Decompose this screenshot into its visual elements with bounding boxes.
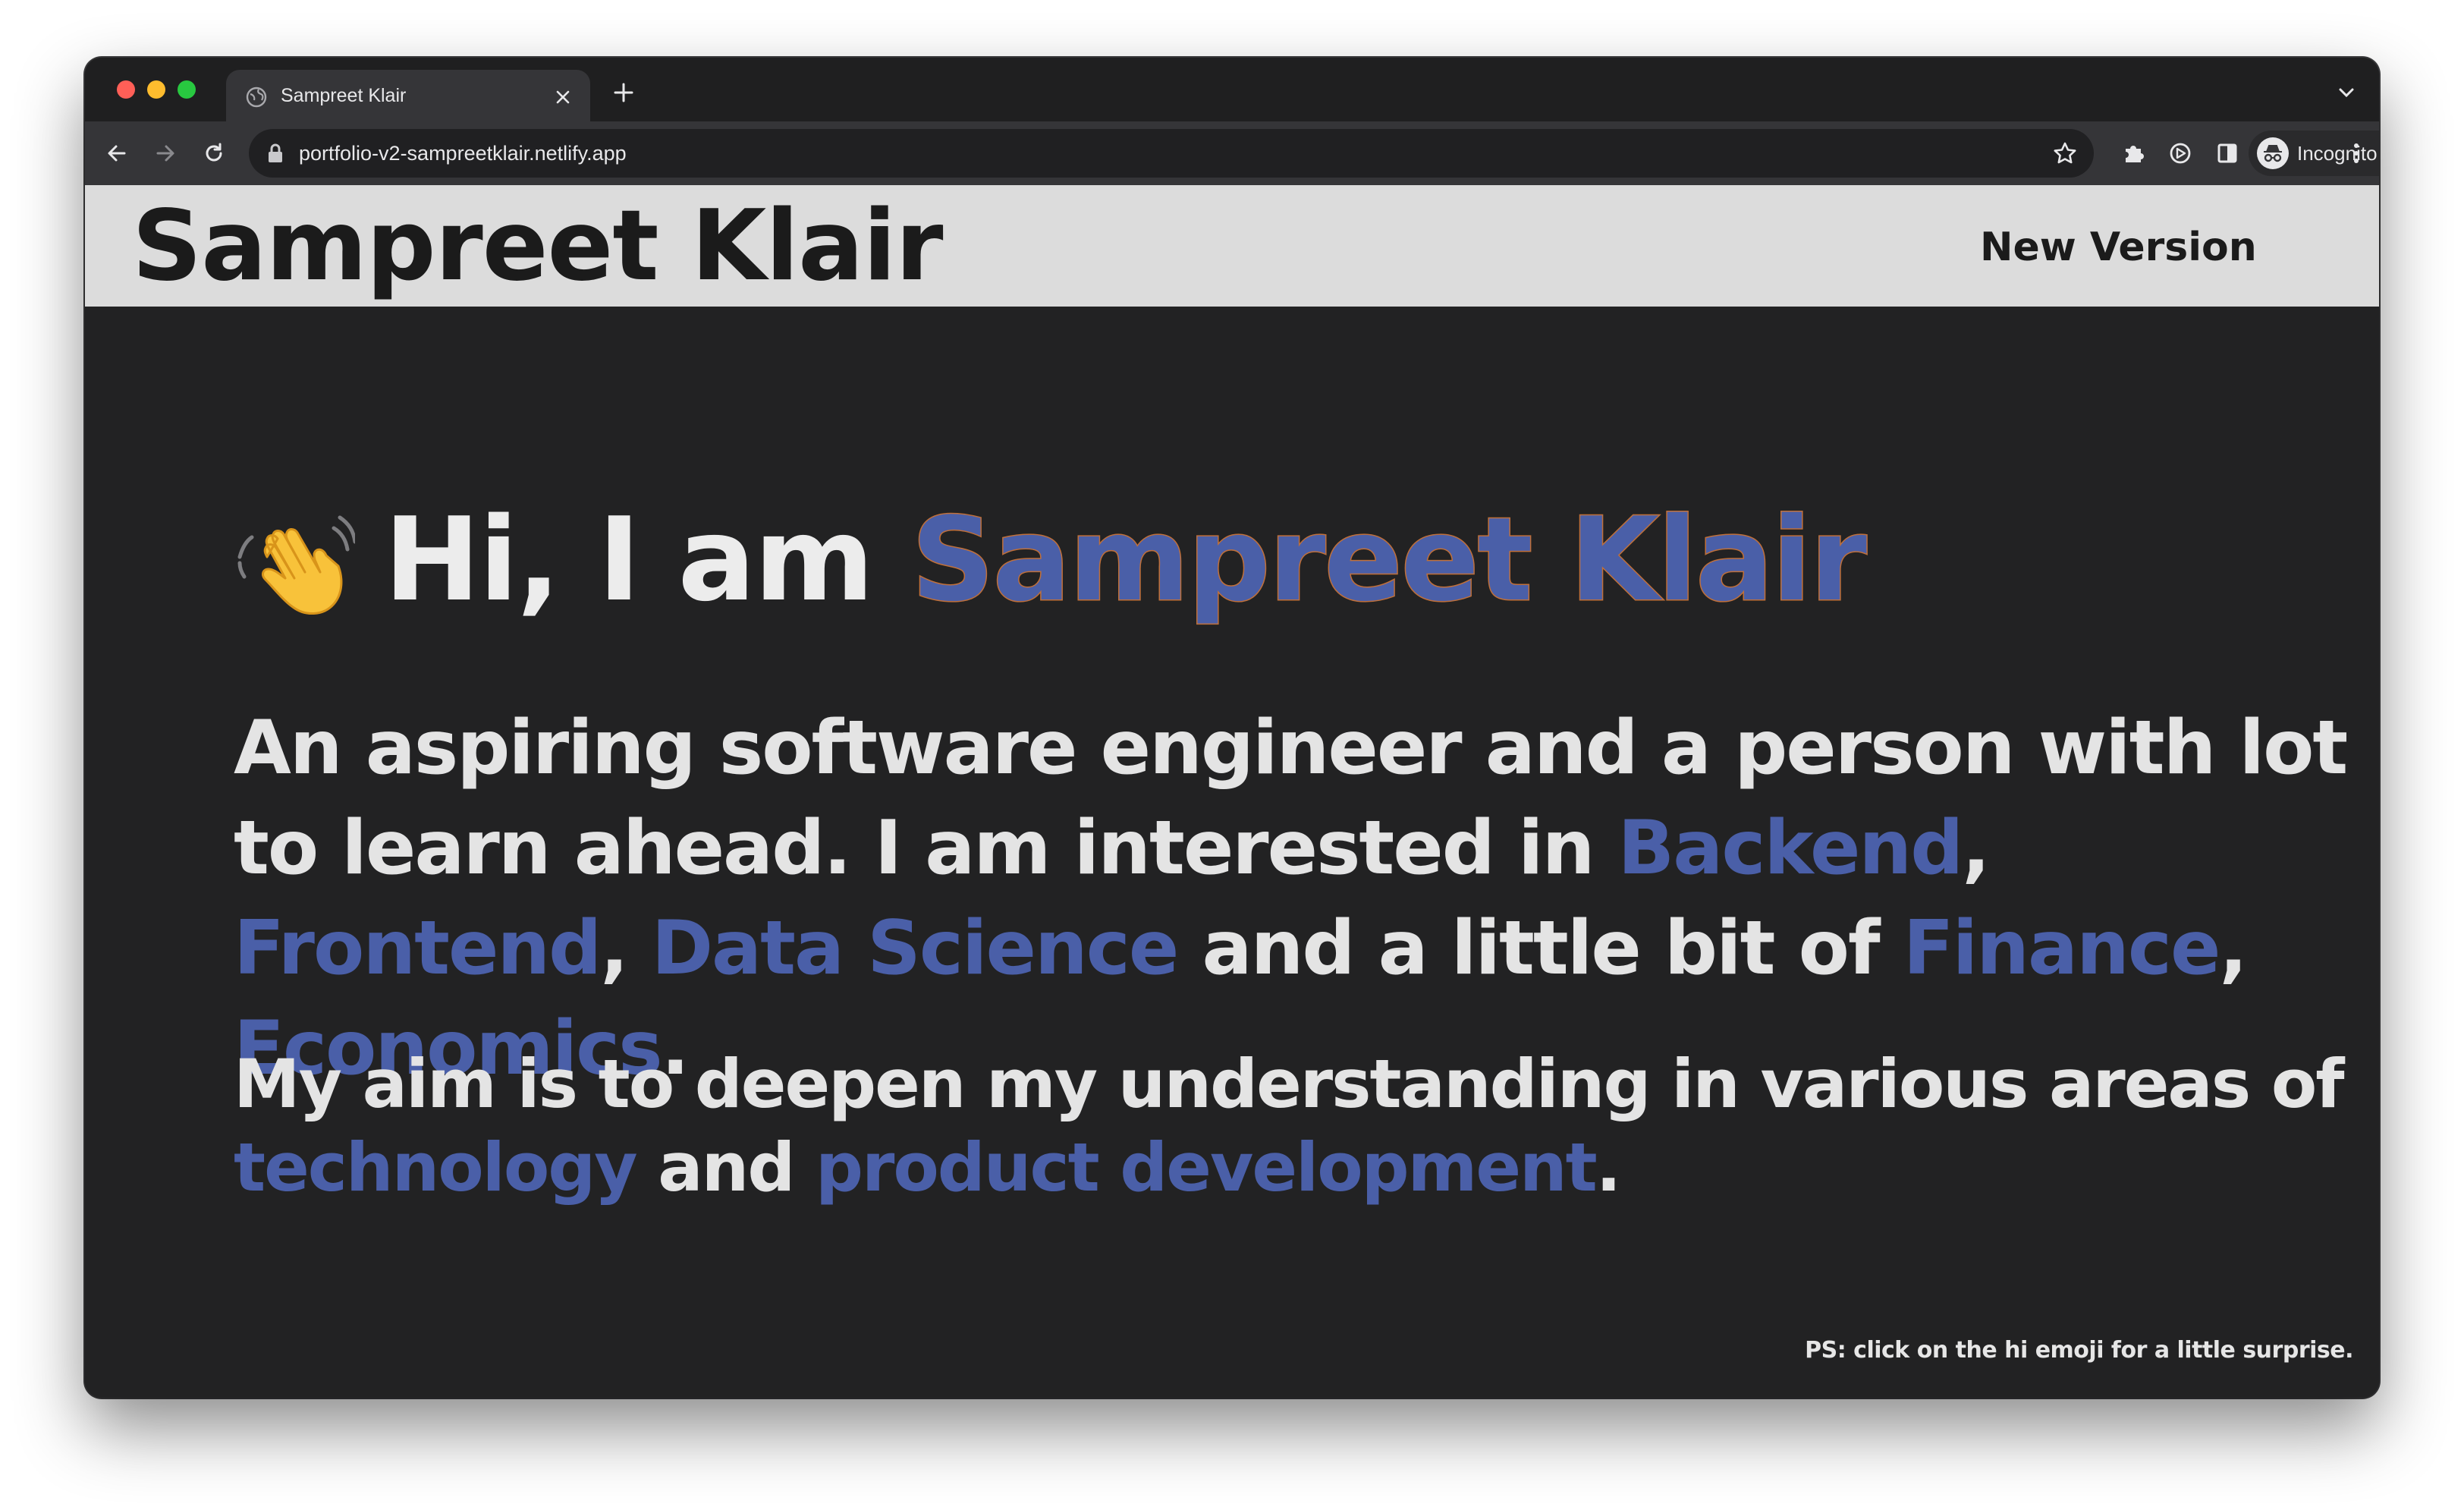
- intro-paragraph: An aspiring software engineer and a pers…: [234, 698, 2373, 1099]
- reload-icon[interactable]: [200, 140, 228, 167]
- aim-product-development: product development: [815, 1128, 1598, 1206]
- tab-strip: Sampreet Klair: [85, 58, 2379, 121]
- arrow-right-icon[interactable]: [152, 140, 179, 167]
- media-icon[interactable]: [2167, 140, 2194, 167]
- interest-frontend: Frontend: [234, 905, 602, 992]
- hero-name: Sampreet Klair: [910, 492, 1868, 628]
- arrow-left-icon[interactable]: [103, 140, 130, 167]
- hero-greeting: Hi, I am: [384, 492, 912, 627]
- hero-heading: Hi, I am Sampreet Klair: [384, 492, 1868, 628]
- address-bar[interactable]: portfolio-v2-sampreetklair.netlify.app: [249, 129, 2094, 178]
- puzzle-icon[interactable]: [2120, 140, 2147, 167]
- url-text[interactable]: portfolio-v2-sampreetklair.netlify.app: [299, 140, 627, 167]
- plus-icon[interactable]: [611, 80, 636, 105]
- star-icon[interactable]: [2051, 140, 2079, 167]
- browser-toolbar: portfolio-v2-sampreetklair.netlify.app I…: [85, 121, 2379, 185]
- globe-icon: [246, 87, 267, 108]
- side-panel-icon[interactable]: [2214, 140, 2241, 167]
- aim-paragraph: My aim is to deepen my understanding in …: [234, 1043, 2379, 1210]
- separator: ,: [2219, 905, 2247, 992]
- close-window-button[interactable]: [117, 80, 135, 99]
- browser-window: Sampreet Klair portfolio-v2-sampreetklai…: [85, 58, 2379, 1398]
- aim-technology: technology: [234, 1128, 638, 1206]
- intro-text: An aspiring software engineer and a pers…: [234, 705, 2348, 892]
- close-icon[interactable]: [552, 87, 574, 108]
- aim-text: and: [636, 1128, 816, 1206]
- interest-data-science: Data Science: [651, 905, 1180, 992]
- new-version-link[interactable]: New Version: [1980, 223, 2257, 272]
- page-content: Sampreet Klair New Version Hi, I am Samp…: [85, 185, 2379, 1398]
- separator: ,: [1962, 805, 1990, 892]
- incognito-icon: [2257, 137, 2289, 169]
- chevron-down-icon[interactable]: [2337, 85, 2356, 100]
- footer-note: PS: click on the hi emoji for a little s…: [1805, 1337, 2353, 1364]
- separator: ,: [600, 905, 652, 992]
- aim-text: My aim is to deepen my understanding in …: [234, 1045, 2345, 1123]
- tab-title: Sampreet Klair: [281, 85, 407, 106]
- maximize-window-button[interactable]: [178, 80, 196, 99]
- lock-icon[interactable]: [267, 143, 284, 164]
- interest-finance: Finance: [1903, 905, 2221, 992]
- kebab-menu-icon[interactable]: [2343, 140, 2370, 167]
- period: .: [1595, 1128, 1621, 1206]
- intro-text: and a little bit of: [1177, 905, 1903, 992]
- interest-backend: Backend: [1617, 805, 1964, 892]
- minimize-window-button[interactable]: [147, 80, 165, 99]
- site-logo[interactable]: Sampreet Klair: [132, 190, 943, 304]
- waving-hand-icon[interactable]: [234, 502, 355, 624]
- site-header: Sampreet Klair New Version: [85, 185, 2379, 307]
- tab-active[interactable]: Sampreet Klair: [226, 70, 590, 121]
